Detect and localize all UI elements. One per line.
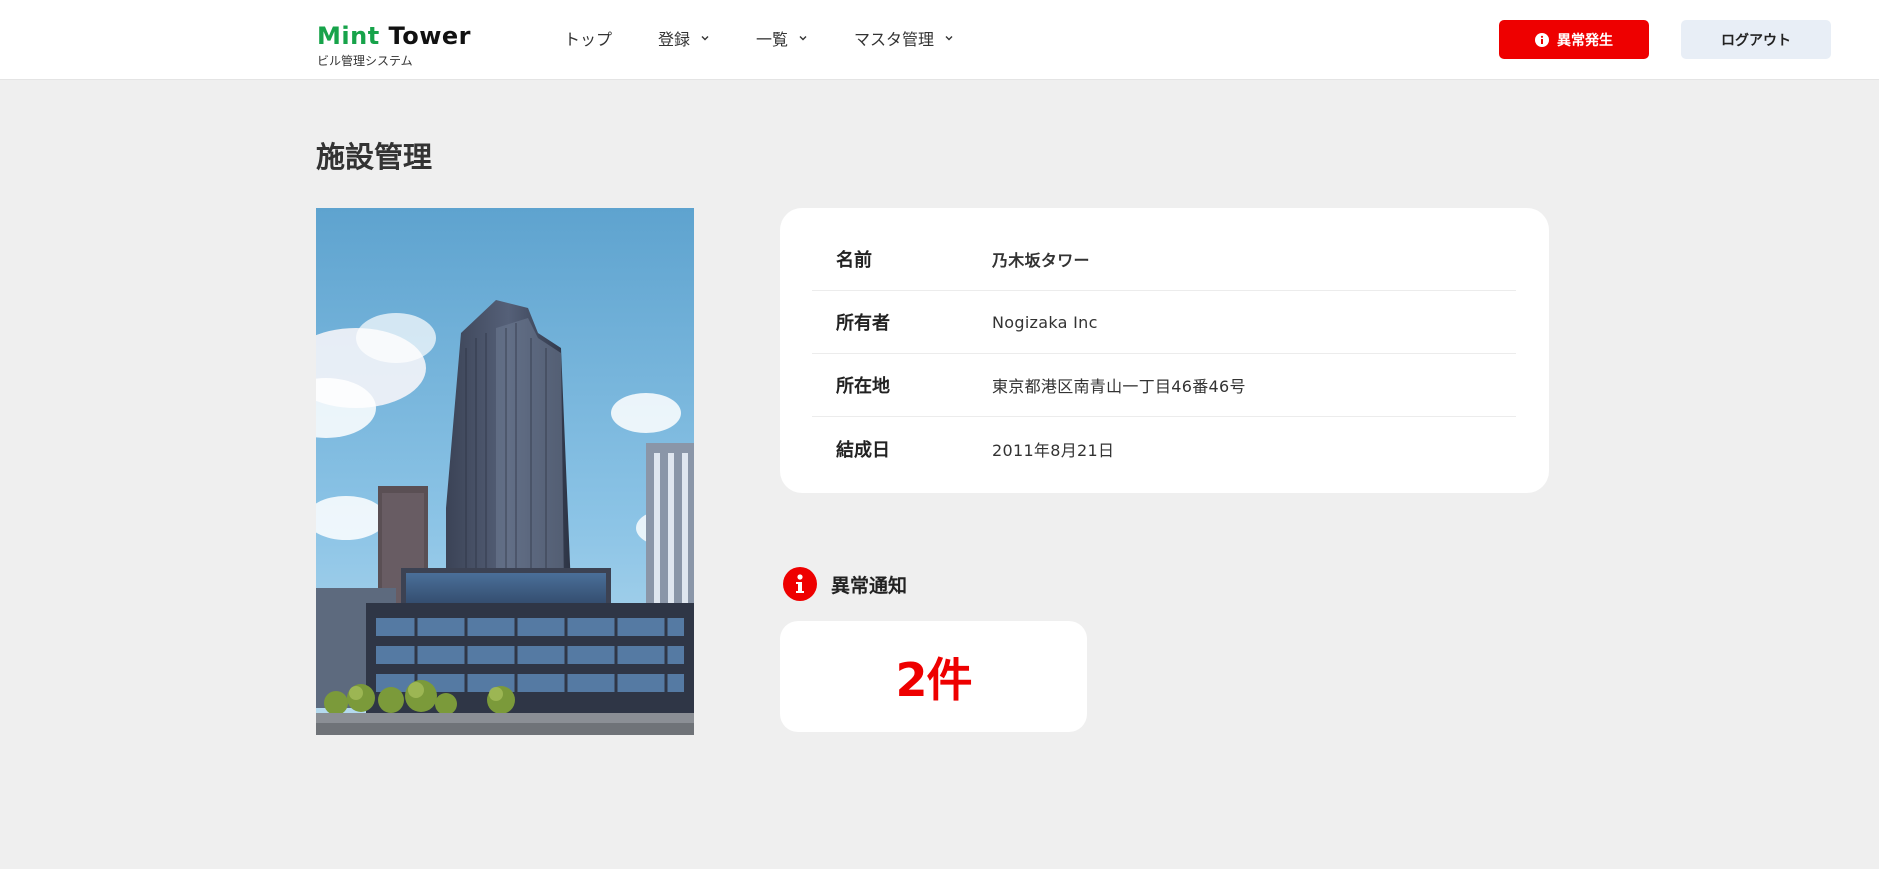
info-label: 所在地 [836, 376, 890, 397]
info-row-owner: 所有者 Nogizaka Inc [812, 291, 1516, 354]
nav-item-label: トップ [564, 30, 613, 49]
logo-title: Mint Tower [317, 22, 471, 50]
nav-item-label: 登録 [658, 30, 691, 49]
building-image [316, 208, 694, 735]
info-row-name: 名前 乃木坂タワー [812, 228, 1516, 291]
nav-item-register[interactable]: 登録 [658, 26, 710, 50]
info-label: 名前 [836, 250, 872, 271]
alert-notification-heading: 異常通知 [783, 567, 907, 601]
nav-item-label: マスタ管理 [854, 30, 935, 49]
chevron-down-icon [945, 36, 953, 41]
logout-button[interactable]: ログアウト [1681, 20, 1831, 59]
info-value: 東京都港区南青山一丁目46番46号 [992, 377, 1246, 396]
info-value: 2011年8月21日 [992, 440, 1115, 460]
alert-button[interactable]: 異常発生 [1499, 20, 1649, 59]
logo-subtitle: ビル管理システム [317, 54, 413, 68]
nav-item-master[interactable]: マスタ管理 [854, 26, 954, 50]
top-header: Mint Tower ビル管理システム トップ 登録 一覧 マスタ管理 異常発生 [0, 0, 1879, 80]
alert-button-label: 異常発生 [1557, 32, 1613, 49]
alert-heading-text: 異常通知 [831, 574, 908, 597]
facility-info-card: 名前 乃木坂タワー 所有者 Nogizaka Inc 所在地 東京都港区南青山一… [780, 208, 1549, 493]
alert-count-card[interactable]: 2件 [780, 621, 1087, 732]
logo-tower: Tower [388, 22, 471, 50]
chevron-down-icon [701, 36, 709, 41]
logout-button-label: ログアウト [1721, 32, 1791, 49]
app-logo[interactable]: Mint Tower ビル管理システム [317, 22, 471, 69]
info-row-founded: 結成日 2011年8月21日 [812, 417, 1516, 480]
nav-item-label: 一覧 [756, 30, 789, 49]
alert-count: 2件 [895, 652, 972, 707]
logo-mint: Mint [317, 22, 380, 50]
info-row-address: 所在地 東京都港区南青山一丁目46番46号 [812, 354, 1516, 417]
chevron-down-icon [799, 36, 807, 41]
nav-item-top[interactable]: トップ [564, 26, 612, 50]
building-illustration [316, 208, 694, 735]
info-icon [1535, 32, 1549, 47]
info-label: 所有者 [836, 313, 890, 334]
info-value: 乃木坂タワー [992, 251, 1090, 270]
info-label: 結成日 [836, 439, 890, 461]
main-nav: トップ 登録 一覧 マスタ管理 [564, 26, 1000, 50]
info-icon [783, 567, 817, 601]
page-title: 施設管理 [316, 140, 433, 174]
info-value: Nogizaka Inc [992, 312, 1098, 332]
nav-item-list[interactable]: 一覧 [756, 26, 808, 50]
